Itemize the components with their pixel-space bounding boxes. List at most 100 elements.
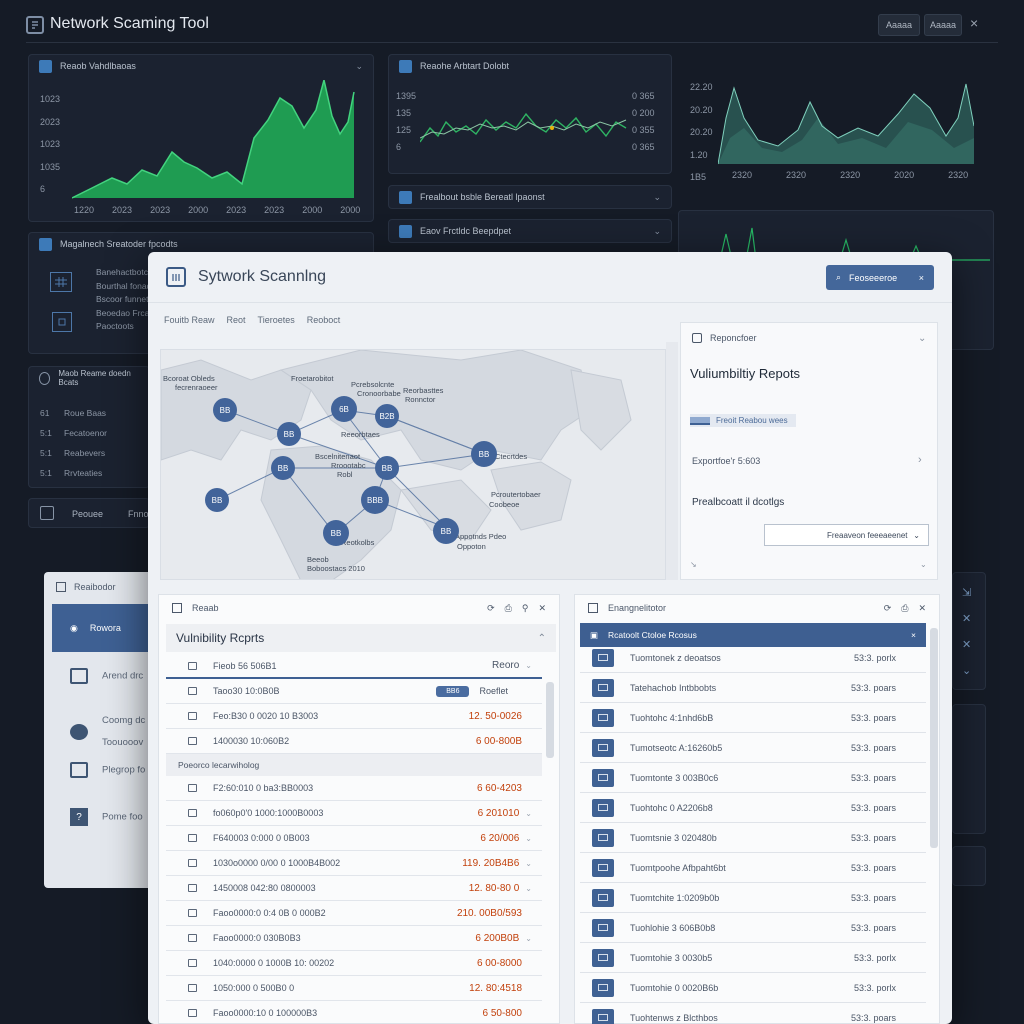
- list-body: Fieob 56 506B1 Reoro ⌄ Taoo30 10:0B0B BB6 Ro…: [166, 654, 542, 1024]
- table-row[interactable]: Faoo0000:10 0 100000B3 6 50-800: [166, 1001, 542, 1024]
- table-row[interactable]: 1450008 042:80 0800003 12. 80-80 0 ⌄: [166, 876, 542, 901]
- toolbar-button-b[interactable]: Aaaaa: [924, 14, 962, 36]
- table-row[interactable]: 1030o0000 0/00 0 1000B4B002 119. 20B4B6 ⌄: [166, 851, 542, 876]
- table-row[interactable]: F640003 0:000 0 0B003 6 20/006 ⌄: [166, 826, 542, 851]
- expand-arrow-icon[interactable]: ↘: [690, 560, 697, 569]
- list-item[interactable]: Tuomtonek z deoatsos 53:3. porlx: [580, 643, 926, 673]
- multi-line-chart: [420, 112, 627, 143]
- table-row[interactable]: 1040:0000 0 1000B 10: 00202 6 00-8000: [166, 951, 542, 976]
- chevron-right-icon[interactable]: ›: [918, 454, 922, 466]
- scrollbar-thumb[interactable]: [546, 682, 554, 758]
- close-window-button[interactable]: ×: [970, 15, 978, 31]
- table-row[interactable]: Faoo0000:0 030B0B3 6 200B0B ⌄: [166, 926, 542, 951]
- chevron-down-icon[interactable]: ⌄: [920, 560, 927, 569]
- window-title: Sytwork Scannlng: [198, 268, 327, 285]
- table-row[interactable]: 1050:000 0 500B0 0 12. 80:4518: [166, 976, 542, 1001]
- network-node[interactable]: BB: [205, 488, 229, 512]
- sidebar-item[interactable]: Arend drc: [70, 668, 143, 684]
- sidebar-item[interactable]: Coomg dc Toouooov: [70, 710, 152, 754]
- filter-tab[interactable]: Reot: [227, 315, 246, 325]
- network-node[interactable]: BB: [277, 422, 301, 446]
- network-node[interactable]: BBB: [361, 486, 389, 514]
- network-node[interactable]: BB: [323, 520, 349, 546]
- close-icon[interactable]: ✕: [538, 603, 546, 614]
- network-node[interactable]: BB: [433, 518, 459, 544]
- network-node[interactable]: BB: [375, 456, 399, 480]
- refresh-icon[interactable]: ⟳: [884, 603, 892, 614]
- print-icon[interactable]: ⎙: [901, 603, 908, 614]
- close-icon[interactable]: ✕: [918, 603, 926, 614]
- list-item[interactable]: 61 Roue Baas: [40, 403, 107, 423]
- list-item[interactable]: Tuomtohie 3 0030b5 53:3. porlx: [580, 943, 926, 973]
- toolbar-button-a[interactable]: Aaaaa: [878, 14, 920, 36]
- panel-title: Reaob Vahdlbaoas: [60, 61, 136, 71]
- list-item[interactable]: Tuohlohie 3 606B0b8 53:3. poars: [580, 913, 926, 943]
- chevron-up-icon[interactable]: ⌃: [538, 633, 546, 644]
- filter-tab[interactable]: Tieroetes: [258, 315, 295, 325]
- list-item[interactable]: Tatehachob Intbbobts 53:3. poars: [580, 673, 926, 703]
- map-label: Reeorbtaes: [341, 430, 380, 439]
- search-button[interactable]: ⌕ Feoseeeroe ×: [826, 265, 934, 290]
- panel-tab[interactable]: Reaab: [192, 603, 219, 613]
- chevron-down-icon[interactable]: ⌄: [355, 61, 363, 72]
- table-row[interactable]: Faoo0000:0 0:4 0B 0 000B2 210. 00B0/593: [166, 901, 542, 926]
- chevron-down-icon[interactable]: ⌄: [653, 226, 661, 237]
- list-item[interactable]: Tuomtohie 0 0020B6b 53:3. porlx: [580, 973, 926, 1003]
- filter-tab[interactable]: Reoboct: [307, 315, 341, 325]
- scrollbar-thumb[interactable]: [930, 628, 938, 848]
- list-item[interactable]: Tuomtpoohe Afbpaht6bt 53:3. poars: [580, 853, 926, 883]
- panel-title: Eaov Frctldc Beepdpet: [420, 226, 512, 236]
- map-label: Robl: [337, 470, 353, 479]
- table-row[interactable]: F2:60:010 0 ba3:BB0003 6 60-4203: [166, 776, 542, 801]
- footer-tab-a[interactable]: Peouee: [72, 509, 103, 519]
- list-item[interactable]: Tuohtohc 4:1nhd6bB 53:3. poars: [580, 703, 926, 733]
- panel-tab-bar: Reaab ⟳ ⎙ ⚲ ✕: [160, 595, 558, 621]
- table-row[interactable]: Feo:B30 0 0020 10 B3003 12. 50-0026: [166, 704, 542, 729]
- report-list-body: Tuomtonek z deoatsos 53:3. porlx Tatehach…: [580, 643, 926, 1024]
- table-row[interactable]: 1400030 10:060B2 6 00-800B: [166, 729, 542, 754]
- chevron-down-icon[interactable]: ⌄: [962, 658, 971, 684]
- sidebar-item-active[interactable]: ◉ Rowora: [52, 604, 156, 652]
- chevron-down-icon[interactable]: ⌄: [653, 192, 661, 203]
- filter-tab[interactable]: Fouitb Reaw: [164, 315, 215, 325]
- sidebar-item[interactable]: Plegrop fo: [70, 762, 145, 778]
- export-row[interactable]: Exportfoe'r 5:603: [692, 456, 760, 466]
- sidebar-item[interactable]: ? Pome foo: [70, 808, 143, 826]
- panel-tab[interactable]: Enangnelitotor: [608, 603, 666, 613]
- map-label: Rroootabc: [331, 461, 366, 470]
- table-row[interactable]: Taoo30 10:0B0B BB6 Roeflet: [166, 679, 542, 704]
- list-item[interactable]: Tuohtenws z Blcthbos 53:3. poars: [580, 1003, 926, 1024]
- network-node[interactable]: BB: [213, 398, 237, 422]
- chevron-down-icon[interactable]: ⌄: [918, 333, 926, 344]
- panel-title: Magalnech Sreatoder fpcodts: [60, 239, 178, 249]
- network-node[interactable]: BB: [271, 456, 295, 480]
- share-icon[interactable]: ⚲: [522, 603, 529, 614]
- panel-icon: [39, 237, 52, 251]
- network-node[interactable]: BB: [471, 441, 497, 467]
- map-label: Cronoorbabe: [357, 389, 401, 398]
- report-link[interactable]: Freoit Reabou wees: [690, 414, 796, 427]
- settings-select[interactable]: Freaaveon feeeaeenet ⌄: [764, 524, 929, 546]
- footer-tab-b[interactable]: Fnno: [128, 509, 149, 519]
- close-icon[interactable]: ×: [911, 630, 916, 640]
- close-icon[interactable]: ✕: [962, 632, 971, 658]
- refresh-icon[interactable]: ⟳: [487, 603, 495, 614]
- list-item[interactable]: Tuomtonte 3 003B0c6 53:3. poars: [580, 763, 926, 793]
- close-icon[interactable]: ×: [919, 273, 924, 283]
- list-title-bar[interactable]: Vulnibility Rcprts ⌃: [166, 624, 556, 652]
- list-item[interactable]: 5:1 Rrvteaties: [40, 463, 107, 483]
- network-node[interactable]: B2B: [375, 404, 399, 428]
- list-item[interactable]: Tuomtsnie 3 020480b 53:3. poars: [580, 823, 926, 853]
- list-item[interactable]: 5:1 Reabevers: [40, 443, 107, 463]
- close-icon[interactable]: ✕: [962, 606, 971, 632]
- list-item[interactable]: 5:1 Fecatoenor: [40, 423, 107, 443]
- print-icon[interactable]: ⎙: [505, 603, 512, 614]
- pin-icon[interactable]: ⇲: [962, 580, 971, 606]
- list-item[interactable]: Tumotseotc A:16260b5 53:3. poars: [580, 733, 926, 763]
- list-item[interactable]: Tuomtchite 1:0209b0b 53:3. poars: [580, 883, 926, 913]
- network-node[interactable]: 6B: [331, 396, 357, 422]
- list-head-row: Fieob 56 506B1 Reoro ⌄: [166, 654, 542, 679]
- network-map[interactable]: Bcoroat Obleds fecrenraoeer Froetarobito…: [160, 349, 666, 580]
- table-row[interactable]: fo060p0'0 1000:1000B0003 6 201010 ⌄: [166, 801, 542, 826]
- list-item[interactable]: Tuohtohc 0 A2206b8 53:3. poars: [580, 793, 926, 823]
